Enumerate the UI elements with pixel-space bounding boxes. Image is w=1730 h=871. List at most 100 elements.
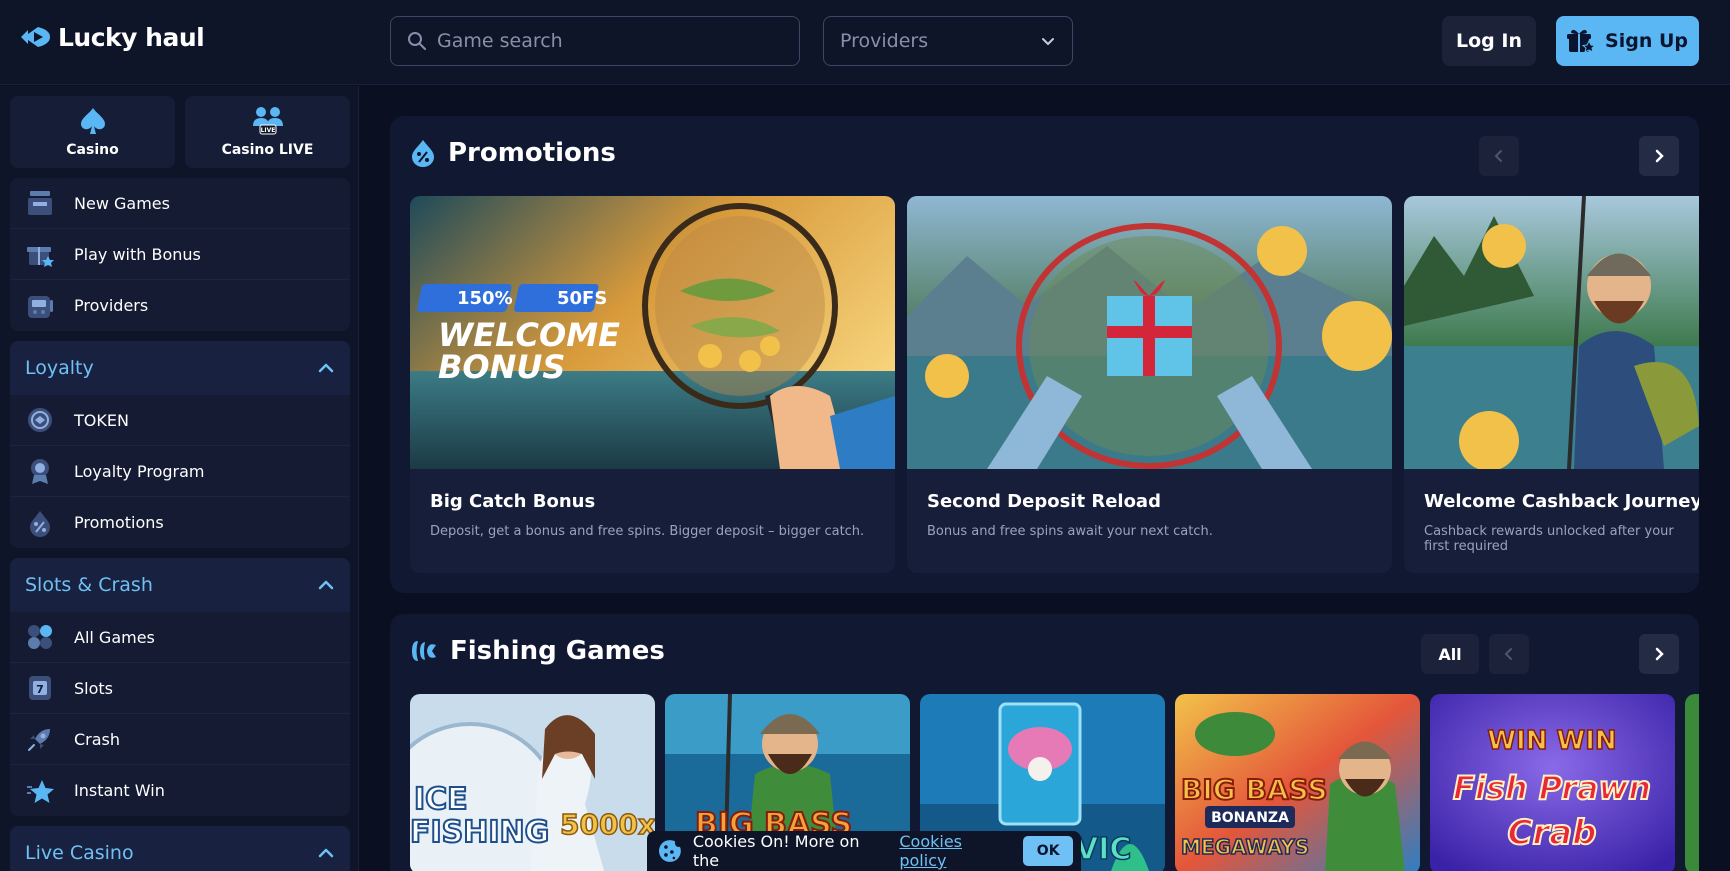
chevron-up-icon	[318, 580, 334, 590]
game-thumbnail: BIG BASS BONANZA MEGAWAYS	[1175, 694, 1420, 871]
sidebar: Casino LIVE Casino LIVE New Games Play w…	[0, 86, 359, 871]
cookie-banner: Cookies On! More on the Cookies policy O…	[647, 831, 1081, 871]
search-box[interactable]	[390, 16, 800, 66]
search-input[interactable]	[437, 30, 777, 52]
brand-name: Lucky haul	[58, 22, 205, 52]
game-tile-fish-prawn-crab[interactable]: WIN WIN Fish Prawn Crab	[1430, 694, 1675, 871]
chevron-left-icon	[1494, 150, 1502, 162]
promo-headline-2: BONUS	[438, 348, 565, 386]
sidebar-item-slots[interactable]: 7 Slots	[10, 663, 350, 714]
cookie-text: Cookies On! More on the	[692, 832, 860, 870]
game-art-text: Crab	[1507, 813, 1596, 853]
providers-dropdown[interactable]: Providers	[823, 16, 1073, 66]
fishing-next-button[interactable]	[1639, 634, 1679, 674]
medal-icon	[24, 455, 56, 487]
sidebar-item-instant-win[interactable]: Instant Win	[10, 765, 350, 816]
sidebar-item-label: Promotions	[74, 513, 164, 532]
fishing-all-button[interactable]: All	[1421, 634, 1479, 674]
sidebar-item-label: Providers	[74, 296, 149, 315]
fishing-games-header: Fishing Games	[410, 636, 665, 666]
slots-section-header[interactable]: Slots & Crash	[10, 558, 350, 612]
promo-description: Deposit, get a bonus and free spins. Big…	[430, 524, 865, 539]
chevron-up-icon	[318, 848, 334, 858]
promo-title: Welcome Cashback Journey	[1424, 491, 1699, 512]
sidebar-slots-group: Slots & Crash All Games 7 Slots Crash In…	[10, 558, 350, 816]
promo-image-big-catch: 150% 50FS WELCOME BONUS	[410, 196, 895, 469]
login-button[interactable]: Log In	[1442, 16, 1536, 66]
sidebar-item-label: Play with Bonus	[74, 244, 201, 264]
promotions-prev-button[interactable]	[1479, 136, 1519, 176]
rocket-icon	[24, 723, 56, 755]
sidebar-loyalty-group: Loyalty TOKEN Loyalty Program Promotions	[10, 341, 350, 548]
game-tile-partial[interactable]	[1685, 694, 1699, 871]
sidebar-item-label: New Games	[74, 193, 170, 213]
sidebar-item-play-with-bonus[interactable]: Play with Bonus	[10, 229, 350, 280]
promo-card[interactable]: Second Deposit Reload Bonus and free spi…	[907, 196, 1392, 573]
signup-button[interactable]: Sign Up	[1556, 16, 1699, 66]
tab-casino-live[interactable]: LIVE Casino LIVE	[185, 96, 350, 168]
chevron-down-icon	[1042, 38, 1054, 45]
slots-section-title: Slots & Crash	[25, 574, 153, 596]
sidebar-item-token[interactable]: TOKEN	[10, 395, 350, 446]
sidebar-item-providers[interactable]: Providers	[10, 280, 350, 331]
sidebar-item-new-games[interactable]: New Games	[10, 178, 350, 229]
providers-icon	[24, 290, 56, 322]
game-art-text: Fish Prawn	[1453, 769, 1651, 807]
tab-casino-label: Casino	[66, 142, 119, 158]
sidebar-item-label: All Games	[74, 627, 155, 647]
game-thumbnail: ICE FISHING 5000x	[410, 694, 655, 871]
game-art-text: FISHING	[410, 815, 549, 850]
promotions-title: Promotions	[448, 138, 616, 168]
promo-card[interactable]: 150% 50FS WELCOME BONUS Big Catch Bonus …	[410, 196, 895, 573]
sidebar-item-crash[interactable]: Crash	[10, 714, 350, 765]
promo-description: Bonus and free spins await your next cat…	[927, 524, 1213, 539]
star-icon	[24, 775, 56, 807]
gift-icon	[24, 238, 56, 270]
token-icon	[24, 404, 56, 436]
fish-logo-icon	[21, 27, 50, 47]
cookie-policy-link[interactable]: Cookies policy	[899, 832, 1013, 870]
live-badge: LIVE	[260, 127, 275, 134]
promo-title: Big Catch Bonus	[430, 491, 596, 512]
sidebar-item-loyalty-program[interactable]: Loyalty Program	[10, 446, 350, 497]
mode-tabs: Casino LIVE Casino LIVE	[10, 96, 350, 168]
spade-icon	[80, 108, 105, 134]
sidebar-main-group: New Games Play with Bonus Providers	[10, 178, 350, 331]
logo[interactable]: Lucky haul	[18, 22, 205, 52]
game-tile-big-bass-bonanza-megaways[interactable]: BIG BASS BONANZA MEGAWAYS	[1175, 694, 1420, 871]
all-games-icon	[24, 621, 56, 653]
game-tile-ice-fishing[interactable]: ICE FISHING 5000x	[410, 694, 655, 871]
promo-image-cashback	[1404, 196, 1699, 469]
top-header: Lucky haul Providers Log In Sign Up	[0, 0, 1730, 85]
promotions-header: Promotions	[410, 138, 616, 168]
sidebar-item-label: Slots	[74, 678, 113, 698]
promotions-next-button[interactable]	[1639, 136, 1679, 176]
game-art-text: MEGAWAYS	[1181, 835, 1309, 859]
promo-badge-freespins: 50FS	[557, 288, 607, 309]
game-art-text: 5000x	[560, 808, 655, 841]
live-casino-section-title: Live Casino	[25, 842, 134, 864]
sidebar-item-label: TOKEN	[74, 410, 129, 430]
sidebar-item-label: Crash	[74, 729, 121, 749]
sidebar-item-label: Loyalty Program	[74, 461, 205, 481]
game-art-text: BONANZA	[1211, 810, 1289, 826]
promo-card[interactable]: Welcome Cashback Journey Cashback reward…	[1404, 196, 1699, 573]
slot-machine-icon: 7	[24, 672, 56, 704]
game-art-text: WIN WIN	[1487, 726, 1616, 756]
fishing-games-title: Fishing Games	[450, 636, 665, 666]
loyalty-section-header[interactable]: Loyalty	[10, 341, 350, 395]
game-art-text: VIC	[1075, 832, 1131, 867]
live-casino-section-header[interactable]: Live Casino	[10, 826, 350, 871]
sidebar-item-promotions[interactable]: Promotions	[10, 497, 350, 548]
cookie-ok-button[interactable]: OK	[1023, 836, 1073, 866]
game-art-text: ICE	[414, 782, 468, 817]
sidebar-item-all-games[interactable]: All Games	[10, 612, 350, 663]
fishing-prev-button[interactable]	[1489, 634, 1529, 674]
tab-casino-live-label: Casino LIVE	[221, 142, 314, 158]
tab-casino[interactable]: Casino	[10, 96, 175, 168]
fish-icon	[412, 641, 436, 661]
providers-dropdown-label: Providers	[840, 30, 929, 52]
signup-button-label: Sign Up	[1605, 30, 1688, 52]
game-art-text: BIG BASS	[1181, 773, 1328, 806]
promo-badge-percent: 150%	[457, 288, 513, 309]
